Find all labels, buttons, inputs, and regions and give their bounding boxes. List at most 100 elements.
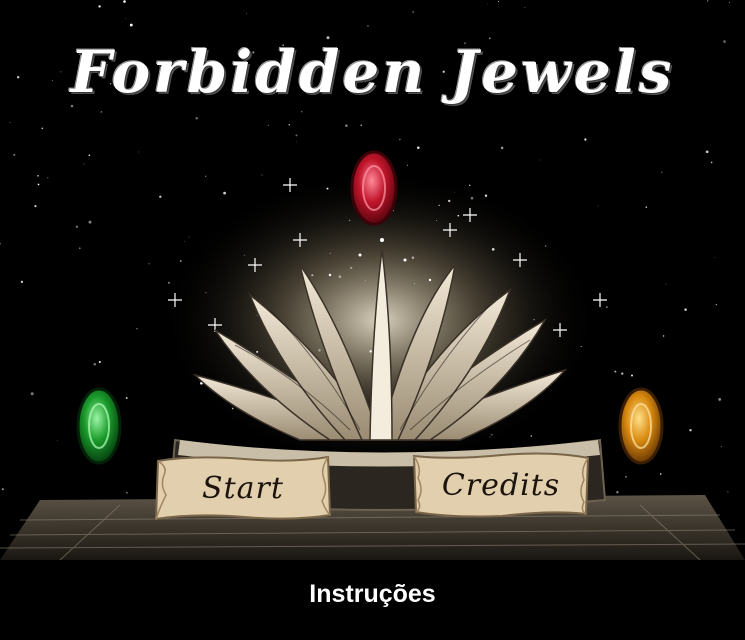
star — [37, 175, 39, 177]
star — [350, 266, 353, 269]
star — [30, 392, 34, 396]
star — [533, 318, 535, 321]
start-button[interactable]: Start — [154, 455, 332, 521]
star — [223, 191, 226, 195]
star — [539, 159, 541, 161]
star — [129, 23, 133, 27]
star — [369, 350, 372, 353]
star — [136, 328, 138, 330]
star — [412, 11, 414, 13]
star — [584, 138, 587, 141]
green-jewel-icon — [76, 387, 122, 465]
star — [338, 275, 342, 279]
star — [267, 124, 269, 126]
game-title: Forbidden Jewels — [70, 38, 675, 106]
star — [318, 349, 321, 352]
star — [645, 206, 648, 208]
star — [75, 225, 79, 228]
star — [179, 260, 182, 262]
red-jewel-icon — [350, 150, 398, 226]
star — [98, 5, 101, 8]
star — [41, 127, 44, 130]
star — [125, 397, 128, 399]
star — [710, 161, 713, 164]
star — [662, 335, 665, 337]
star — [484, 194, 488, 197]
star — [435, 220, 437, 222]
star — [438, 204, 440, 207]
star — [138, 151, 140, 153]
star — [625, 476, 627, 478]
star — [367, 25, 369, 27]
star — [245, 13, 247, 15]
star — [311, 274, 314, 277]
star — [300, 110, 303, 113]
star — [718, 397, 722, 401]
star — [88, 154, 91, 157]
star — [469, 184, 471, 186]
star — [665, 283, 667, 285]
star — [195, 117, 198, 120]
star — [491, 434, 493, 436]
star — [500, 146, 504, 150]
star — [524, 6, 526, 8]
star — [83, 163, 85, 165]
star — [243, 254, 245, 256]
star — [399, 138, 401, 141]
star — [100, 111, 103, 113]
star — [345, 124, 348, 127]
star — [256, 314, 258, 316]
star — [705, 150, 709, 154]
star — [447, 199, 451, 203]
star — [487, 3, 488, 5]
star — [621, 372, 624, 375]
star — [727, 491, 729, 493]
star — [580, 345, 582, 348]
star — [329, 252, 331, 254]
start-label: Start — [202, 470, 284, 506]
star — [470, 196, 474, 200]
star — [148, 263, 150, 265]
star — [454, 191, 455, 193]
star — [57, 440, 58, 441]
star — [707, 0, 709, 2]
star — [728, 2, 730, 4]
credits-button[interactable]: Credits — [412, 452, 590, 518]
star — [689, 429, 692, 432]
star — [261, 174, 263, 176]
star — [47, 177, 49, 179]
star — [37, 183, 40, 186]
star — [184, 241, 186, 242]
star — [125, 18, 127, 20]
orange-jewel-icon — [618, 387, 664, 465]
star — [167, 281, 170, 284]
star — [684, 308, 687, 311]
star — [20, 280, 24, 284]
star — [614, 370, 617, 373]
star — [79, 247, 81, 249]
star — [720, 446, 722, 448]
star — [659, 473, 662, 475]
star — [295, 134, 298, 137]
star — [88, 220, 92, 224]
credits-label: Credits — [441, 467, 561, 503]
star — [714, 256, 716, 258]
star — [159, 195, 162, 198]
star — [98, 360, 101, 364]
star — [545, 245, 547, 247]
star — [497, 0, 500, 3]
star — [1, 488, 4, 491]
star — [126, 491, 128, 494]
star — [393, 210, 394, 212]
instructions-link[interactable]: Instruções — [0, 580, 745, 609]
star — [9, 122, 11, 124]
star — [348, 219, 351, 222]
star — [231, 407, 234, 410]
star — [411, 256, 415, 259]
star — [457, 214, 460, 217]
star — [13, 153, 16, 156]
star — [188, 236, 190, 238]
star — [93, 362, 97, 366]
star — [616, 490, 619, 494]
star — [414, 283, 415, 285]
